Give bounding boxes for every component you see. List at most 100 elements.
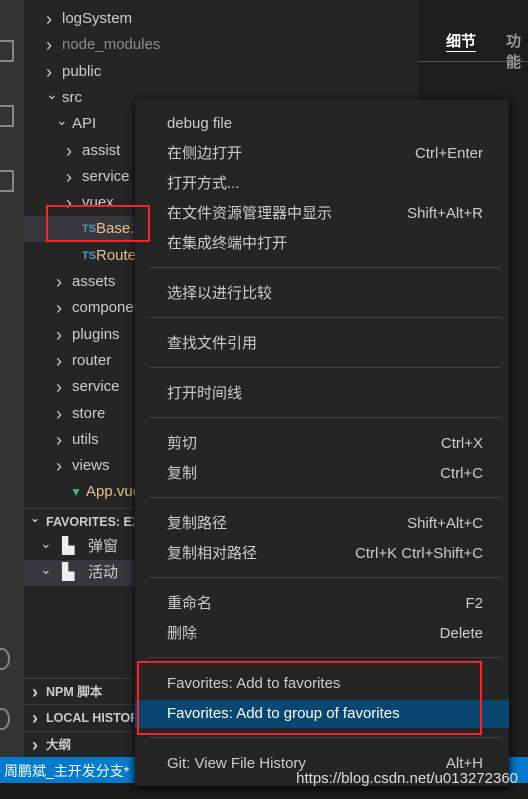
chevron-right-icon: ›: [56, 324, 62, 345]
menu-item-label: 复制: [167, 465, 198, 482]
menu-item[interactable]: 剪切 Ctrl+X: [135, 430, 509, 458]
git-branch[interactable]: 周鹏斌_主开发分支*: [4, 761, 129, 781]
chevron-down-icon: ⌄: [46, 85, 58, 102]
chevron-right-icon: ›: [56, 403, 62, 424]
menu-item-label: debug file: [167, 115, 233, 132]
menu-item[interactable]: 选择以进行比较: [135, 280, 509, 308]
menu-item-label: 删除: [167, 625, 198, 642]
menu-item-shortcut: Shift+Alt+R: [407, 205, 483, 222]
favorites-group-label: 弹窗: [88, 538, 119, 555]
tree-item-label: API: [72, 115, 97, 133]
menu-item-label: Git: View File History: [167, 755, 306, 772]
menu-item[interactable]: 复制 Ctrl+C: [135, 460, 509, 488]
extensions-icon[interactable]: [0, 170, 14, 192]
panel-title: NPM 脚本: [46, 685, 103, 699]
menu-item[interactable]: 在文件资源管理器中显示 Shift+Alt+R: [135, 200, 509, 228]
menu-item-label: 复制相对路径: [167, 545, 258, 562]
menu-item[interactable]: 复制路径 Shift+Alt+C: [135, 510, 509, 538]
menu-separator: [149, 497, 501, 498]
menu-item[interactable]: 删除 Delete: [135, 620, 509, 648]
folder-icon: ▙: [62, 538, 75, 555]
tree-item[interactable]: › node_modules: [24, 32, 418, 58]
tree-item-label: assist: [82, 141, 121, 159]
chevron-down-icon: ⌄: [56, 112, 68, 129]
chevron-right-icon: ›: [66, 166, 72, 187]
chevron-right-icon: ›: [32, 708, 38, 729]
folder-icon: ▙: [62, 564, 75, 581]
menu-item-label: 在文件资源管理器中显示: [167, 205, 333, 222]
menu-separator: [149, 317, 501, 318]
favorites-title: FAVORITES: EXPLORER: [46, 515, 134, 529]
menu-item-label: 在侧边打开: [167, 145, 243, 162]
tree-item-label: plugins: [72, 325, 120, 343]
tree-item-label: utils: [72, 430, 99, 448]
menu-item-label: 在集成终端中打开: [167, 235, 288, 252]
vue-file-icon: ▼: [70, 485, 82, 500]
menu-item-shortcut: Ctrl+C: [440, 465, 483, 482]
chevron-right-icon: ›: [46, 9, 52, 29]
activity-bar: [0, 0, 24, 757]
menu-item-label: 选择以进行比较: [167, 285, 273, 302]
tree-item-label: service: [72, 378, 120, 396]
watermark: https://blog.csdn.net/u013272360: [296, 770, 518, 787]
menu-item[interactable]: 打开方式...: [135, 170, 509, 198]
menu-item-label: 打开方式...: [167, 175, 240, 192]
chevron-right-icon: ›: [32, 734, 38, 755]
tab-features[interactable]: 功能: [506, 30, 528, 72]
chevron-right-icon: ›: [56, 298, 62, 319]
menu-item-label: 剪切: [167, 435, 198, 452]
menu-item-label: 复制路径: [167, 515, 228, 532]
tree-item-label: node_modules: [62, 36, 161, 54]
menu-separator: [149, 737, 501, 738]
chevron-right-icon: ›: [66, 140, 72, 161]
menu-item[interactable]: debug file: [135, 110, 509, 138]
menu-item[interactable]: 查找文件引用: [135, 330, 509, 358]
search-icon[interactable]: [0, 105, 14, 127]
tree-item-label: store: [72, 404, 106, 422]
chevron-down-icon: ⌄: [40, 561, 52, 577]
menu-item-shortcut: Shift+Alt+C: [407, 515, 483, 532]
menu-separator: [149, 657, 501, 658]
menu-item[interactable]: 在集成终端中打开: [135, 230, 509, 258]
tree-item-label: router: [72, 351, 112, 369]
settings-gear-icon[interactable]: [0, 708, 10, 730]
panel-title: 大纲: [46, 737, 72, 752]
menu-separator: [149, 267, 501, 268]
favorites-group-label: 活动: [88, 564, 119, 581]
menu-item-label: 重命名: [167, 595, 213, 612]
tree-item[interactable]: › public: [24, 59, 418, 85]
chevron-down-icon: ⌄: [40, 535, 52, 551]
menu-item-shortcut: Ctrl+Enter: [415, 145, 483, 162]
menu-item[interactable]: 重命名 F2: [135, 590, 509, 618]
typescript-file-icon: TS: [82, 249, 97, 262]
explorer-icon[interactable]: [0, 40, 14, 62]
menu-item-shortcut: F2: [465, 595, 483, 612]
annotation-box-favorites: [137, 661, 482, 735]
tree-item-label: logSystem: [62, 10, 133, 27]
menu-item[interactable]: 打开时间线: [135, 380, 509, 408]
annotation-box-file: [46, 205, 150, 242]
menu-item-shortcut: Ctrl+X: [440, 435, 483, 452]
tree-item[interactable]: › logSystem: [24, 6, 418, 32]
chevron-down-icon: ⌄: [30, 511, 41, 525]
tab-details[interactable]: 细节: [446, 30, 477, 52]
panel-title: LOCAL HISTORY: [46, 711, 134, 726]
account-icon[interactable]: [0, 648, 10, 670]
menu-separator: [149, 367, 501, 368]
menu-separator: [149, 417, 501, 418]
menu-item[interactable]: 复制相对路径 Ctrl+K Ctrl+Shift+C: [135, 540, 509, 568]
menu-item-label: 打开时间线: [167, 385, 243, 402]
tree-item-label: assets: [72, 273, 116, 290]
menu-item-label: 查找文件引用: [167, 335, 258, 352]
menu-item[interactable]: 在侧边打开 Ctrl+Enter: [135, 140, 509, 168]
tab-divider: [418, 61, 528, 62]
chevron-right-icon: ›: [32, 682, 38, 702]
chevron-right-icon: ›: [56, 377, 62, 398]
tree-item-label: service: [82, 167, 130, 185]
tree-item-label: App.vue: [86, 483, 142, 501]
menu-item-shortcut: Delete: [439, 625, 483, 642]
menu-item-shortcut: Ctrl+K Ctrl+Shift+C: [355, 545, 483, 562]
tree-item-label: public: [62, 62, 102, 80]
chevron-right-icon: ›: [56, 350, 62, 371]
chevron-right-icon: ›: [46, 35, 52, 56]
